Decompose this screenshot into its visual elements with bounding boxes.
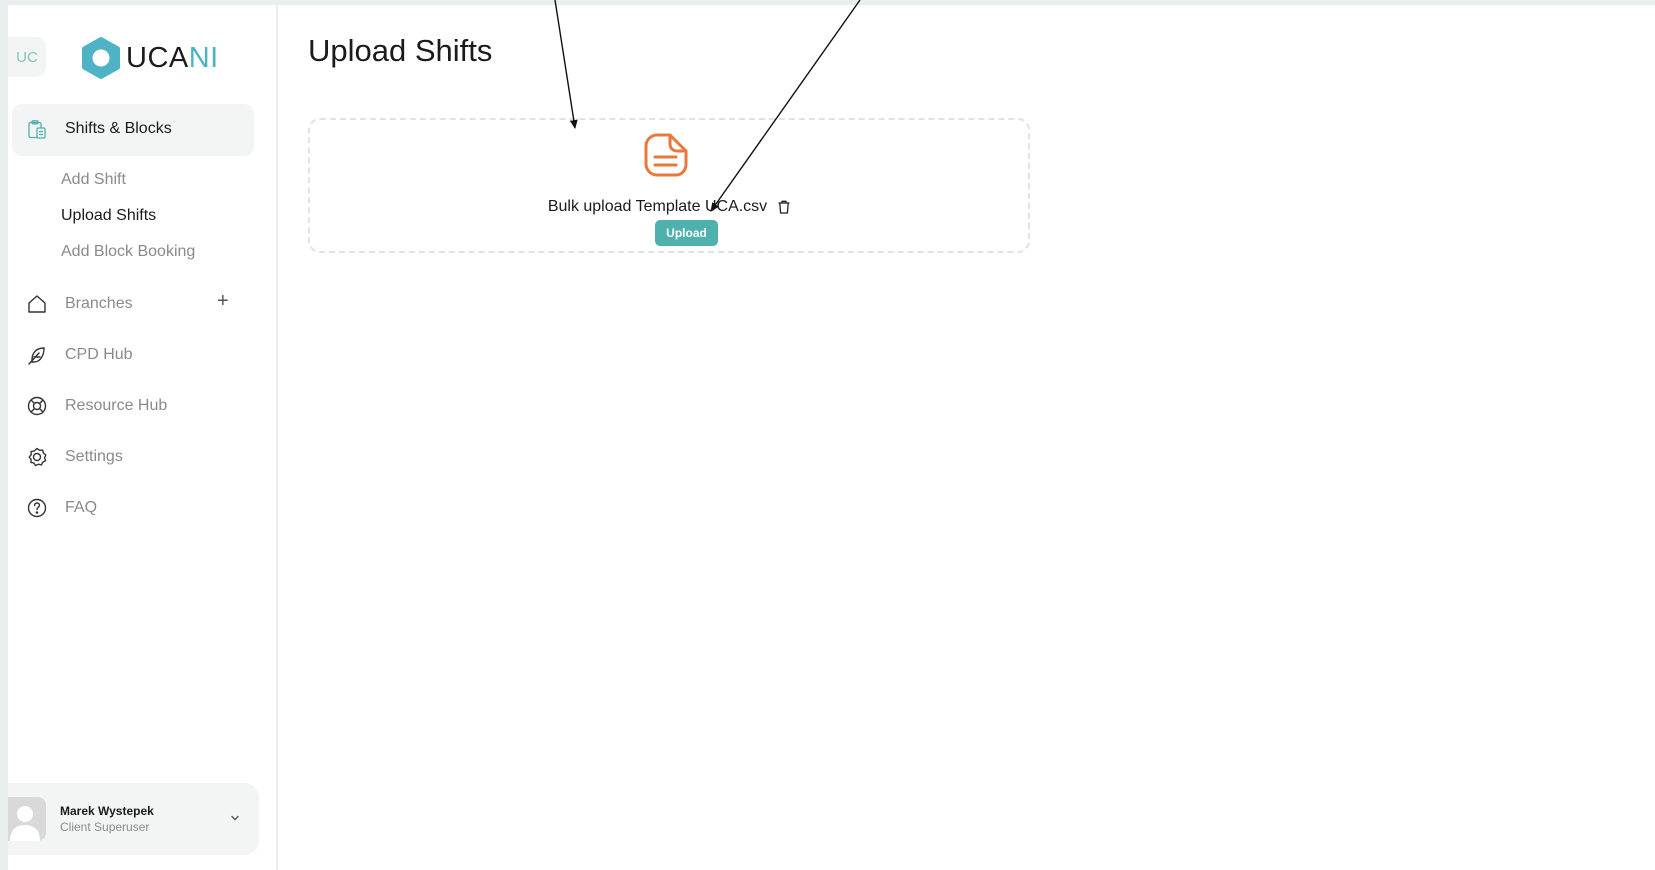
logo-hexagon-icon <box>82 37 120 79</box>
app-window: UC UCANI Shifts & Blocks Add Shift Uploa… <box>0 0 1655 870</box>
sidebar-item-label: Resource Hub <box>65 397 168 414</box>
home-icon <box>28 295 46 313</box>
file-name: Bulk upload Template UCA.csv <box>547 198 768 215</box>
question-icon <box>27 498 47 518</box>
selected-file-row: Bulk upload Template UCA.csv <box>310 198 1028 216</box>
sidebar-item-branches[interactable]: Branches + <box>12 284 254 324</box>
sidebar-item-label: CPD Hub <box>65 346 133 363</box>
ucani-logo[interactable]: UCANI <box>80 35 219 81</box>
document-icon <box>644 133 688 177</box>
page-title: Upload Shifts <box>308 33 493 68</box>
sidebar: UC UCANI Shifts & Blocks Add Shift Uploa… <box>8 5 278 870</box>
sidebar-item-resource-hub[interactable]: Resource Hub <box>12 386 254 426</box>
upload-button[interactable]: Upload <box>655 220 718 246</box>
sidebar-item-label: Branches <box>65 295 133 312</box>
user-name: Marek Wystepek <box>60 804 154 818</box>
file-dropzone[interactable]: Bulk upload Template UCA.csv Upload <box>308 118 1030 253</box>
sidebar-item-settings[interactable]: Settings <box>12 437 254 477</box>
user-silhouette-icon <box>10 806 40 841</box>
sidebar-item-label: Settings <box>65 448 123 465</box>
org-switcher-badge[interactable]: UC <box>8 37 46 77</box>
left-border <box>0 0 8 870</box>
submenu-add-block-booking[interactable]: Add Block Booking <box>61 243 195 261</box>
add-branch-button[interactable]: + <box>217 290 229 313</box>
user-role: Client Superuser <box>60 820 150 834</box>
submenu-add-shift[interactable]: Add Shift <box>61 171 126 189</box>
sidebar-item-label: Shifts & Blocks <box>65 120 172 137</box>
submenu-upload-shifts[interactable]: Upload Shifts <box>61 207 156 225</box>
main-content: Upload Shifts Bulk upload Template UCA.c… <box>280 5 1655 870</box>
gear-icon <box>28 447 47 467</box>
logo-text: UCANI <box>126 41 219 74</box>
sidebar-item-cpd-hub[interactable]: CPD Hub <box>12 335 254 375</box>
avatar <box>8 797 46 841</box>
chevron-down-icon[interactable] <box>228 811 242 825</box>
feather-icon <box>28 347 45 365</box>
user-profile-menu[interactable]: Marek Wystepek Client Superuser <box>8 783 259 855</box>
sidebar-item-label: FAQ <box>65 499 98 516</box>
trash-icon[interactable] <box>776 199 792 215</box>
sidebar-item-shifts-blocks[interactable]: Shifts & Blocks <box>12 104 254 156</box>
clipboard-icon <box>28 120 46 139</box>
sidebar-item-faq[interactable]: FAQ <box>12 488 254 528</box>
lifebuoy-icon <box>27 396 47 416</box>
